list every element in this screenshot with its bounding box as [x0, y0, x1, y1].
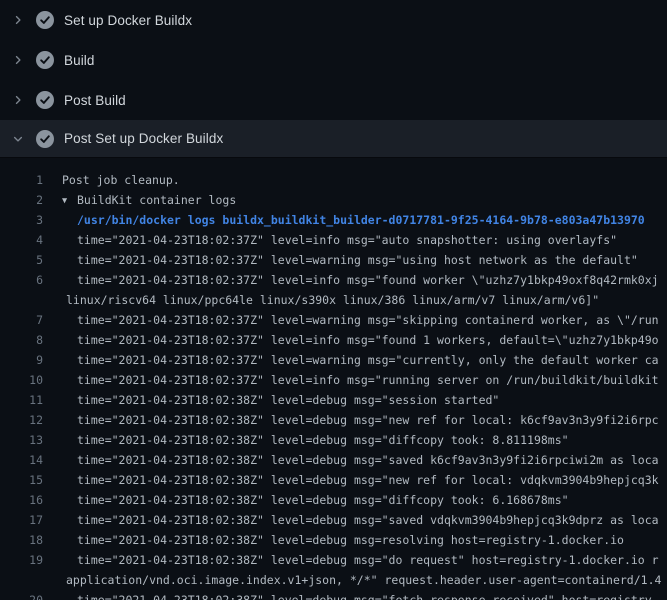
check-circle-icon — [36, 91, 54, 109]
log-line: 6time="2021-04-23T18:02:37Z" level=info … — [0, 270, 667, 290]
log-line-number[interactable]: 2 — [0, 190, 43, 210]
check-circle-icon — [36, 51, 54, 69]
log-line: 8time="2021-04-23T18:02:37Z" level=info … — [0, 330, 667, 350]
log-line-text: time="2021-04-23T18:02:38Z" level=debug … — [43, 490, 569, 510]
log-line: 5time="2021-04-23T18:02:37Z" level=warni… — [0, 250, 667, 270]
log-line: 18time="2021-04-23T18:02:38Z" level=debu… — [0, 530, 667, 550]
log-line-number[interactable]: 7 — [0, 310, 43, 330]
log-line: 3/usr/bin/docker logs buildx_buildkit_bu… — [0, 210, 667, 230]
collapse-triangle-icon: ▼ — [62, 191, 77, 211]
log-line-text: Post job cleanup. — [43, 170, 180, 190]
log-line-text: time="2021-04-23T18:02:38Z" level=debug … — [43, 590, 659, 600]
step-label: Post Build — [64, 93, 126, 108]
step-row-post-build[interactable]: Post Build — [0, 80, 667, 120]
log-line-number[interactable]: 19 — [0, 550, 43, 570]
log-line-number[interactable]: 5 — [0, 250, 43, 270]
log-line-text: time="2021-04-23T18:02:38Z" level=debug … — [43, 390, 499, 410]
workflow-log-panel: Set up Docker Buildx Build Post Build Post … — [0, 0, 667, 600]
log-viewer: 1Post job cleanup.2▼BuildKit container l… — [0, 158, 667, 600]
step-row-build[interactable]: Build — [0, 40, 667, 80]
log-line: 4time="2021-04-23T18:02:37Z" level=info … — [0, 230, 667, 250]
log-line-number[interactable]: 20 — [0, 590, 43, 600]
log-line-number[interactable]: 10 — [0, 370, 43, 390]
log-line-number[interactable]: 11 — [0, 390, 43, 410]
log-line-number[interactable]: 14 — [0, 450, 43, 470]
log-line: 1Post job cleanup. — [0, 170, 667, 190]
log-line-text: time="2021-04-23T18:02:37Z" level=info m… — [43, 370, 659, 390]
log-line: 15time="2021-04-23T18:02:38Z" level=debu… — [0, 470, 667, 490]
log-line-text: time="2021-04-23T18:02:38Z" level=debug … — [43, 530, 624, 550]
log-line-text: time="2021-04-23T18:02:37Z" level=warnin… — [43, 250, 638, 270]
log-line: 2▼BuildKit container logs — [0, 190, 667, 210]
log-line-text: time="2021-04-23T18:02:38Z" level=debug … — [43, 470, 659, 490]
log-line-number[interactable]: 8 — [0, 330, 43, 350]
log-line: 13time="2021-04-23T18:02:38Z" level=debu… — [0, 430, 667, 450]
log-line: 14time="2021-04-23T18:02:38Z" level=debu… — [0, 450, 667, 470]
check-circle-icon — [36, 11, 54, 29]
log-line-number[interactable]: 3 — [0, 210, 43, 230]
log-line-number[interactable]: 18 — [0, 530, 43, 550]
log-line-number[interactable]: 15 — [0, 470, 43, 490]
log-line: 10time="2021-04-23T18:02:37Z" level=info… — [0, 370, 667, 390]
log-line-text: time="2021-04-23T18:02:38Z" level=debug … — [43, 450, 659, 470]
log-line-text: time="2021-04-23T18:02:37Z" level=info m… — [43, 270, 659, 290]
log-line-text: time="2021-04-23T18:02:37Z" level=warnin… — [43, 310, 659, 330]
log-line: linux/riscv64 linux/ppc64le linux/s390x … — [0, 290, 667, 310]
chevron-right-icon — [12, 12, 24, 28]
chevron-right-icon — [12, 92, 24, 108]
log-line-number[interactable]: 17 — [0, 510, 43, 530]
log-line-text: time="2021-04-23T18:02:37Z" level=warnin… — [43, 350, 659, 370]
log-line-text: time="2021-04-23T18:02:38Z" level=debug … — [43, 550, 659, 570]
log-line: application/vnd.oci.image.index.v1+json,… — [0, 570, 667, 590]
chevron-right-icon — [12, 52, 24, 68]
log-line: 9time="2021-04-23T18:02:37Z" level=warni… — [0, 350, 667, 370]
log-line-number[interactable]: 9 — [0, 350, 43, 370]
log-line-number[interactable]: 16 — [0, 490, 43, 510]
log-command-text: /usr/bin/docker logs buildx_buildkit_bui… — [43, 210, 645, 230]
log-line-number[interactable]: 6 — [0, 270, 43, 290]
step-row-post-set-up-docker-buildx[interactable]: Post Set up Docker Buildx — [0, 120, 667, 158]
step-list: Set up Docker Buildx Build Post Build Post … — [0, 0, 667, 158]
log-line: 11time="2021-04-23T18:02:38Z" level=debu… — [0, 390, 667, 410]
log-line-number[interactable]: 13 — [0, 430, 43, 450]
step-label: Build — [64, 53, 95, 68]
chevron-down-icon — [12, 131, 24, 147]
log-line: 12time="2021-04-23T18:02:38Z" level=debu… — [0, 410, 667, 430]
step-row-set-up-docker-buildx[interactable]: Set up Docker Buildx — [0, 0, 667, 40]
log-group-toggle[interactable]: ▼BuildKit container logs — [43, 190, 236, 210]
log-line-number — [0, 570, 43, 590]
log-line: 7time="2021-04-23T18:02:37Z" level=warni… — [0, 310, 667, 330]
log-line: 17time="2021-04-23T18:02:38Z" level=debu… — [0, 510, 667, 530]
log-line-number[interactable]: 1 — [0, 170, 43, 190]
log-line-text: time="2021-04-23T18:02:37Z" level=info m… — [43, 230, 617, 250]
log-line-number — [0, 290, 43, 310]
log-line-number[interactable]: 4 — [0, 230, 43, 250]
log-line-text: application/vnd.oci.image.index.v1+json,… — [43, 570, 661, 590]
log-line-number[interactable]: 12 — [0, 410, 43, 430]
log-line: 19time="2021-04-23T18:02:38Z" level=debu… — [0, 550, 667, 570]
log-line: 20time="2021-04-23T18:02:38Z" level=debu… — [0, 590, 667, 600]
log-line: 16time="2021-04-23T18:02:38Z" level=debu… — [0, 490, 667, 510]
log-line-text: time="2021-04-23T18:02:38Z" level=debug … — [43, 430, 569, 450]
log-line-text: time="2021-04-23T18:02:38Z" level=debug … — [43, 510, 659, 530]
log-line-text: time="2021-04-23T18:02:37Z" level=info m… — [43, 330, 659, 350]
log-line-text: time="2021-04-23T18:02:38Z" level=debug … — [43, 410, 659, 430]
step-label: Set up Docker Buildx — [64, 13, 192, 28]
step-label: Post Set up Docker Buildx — [64, 131, 223, 146]
check-circle-icon — [36, 130, 54, 148]
log-line-text: linux/riscv64 linux/ppc64le linux/s390x … — [43, 290, 599, 310]
